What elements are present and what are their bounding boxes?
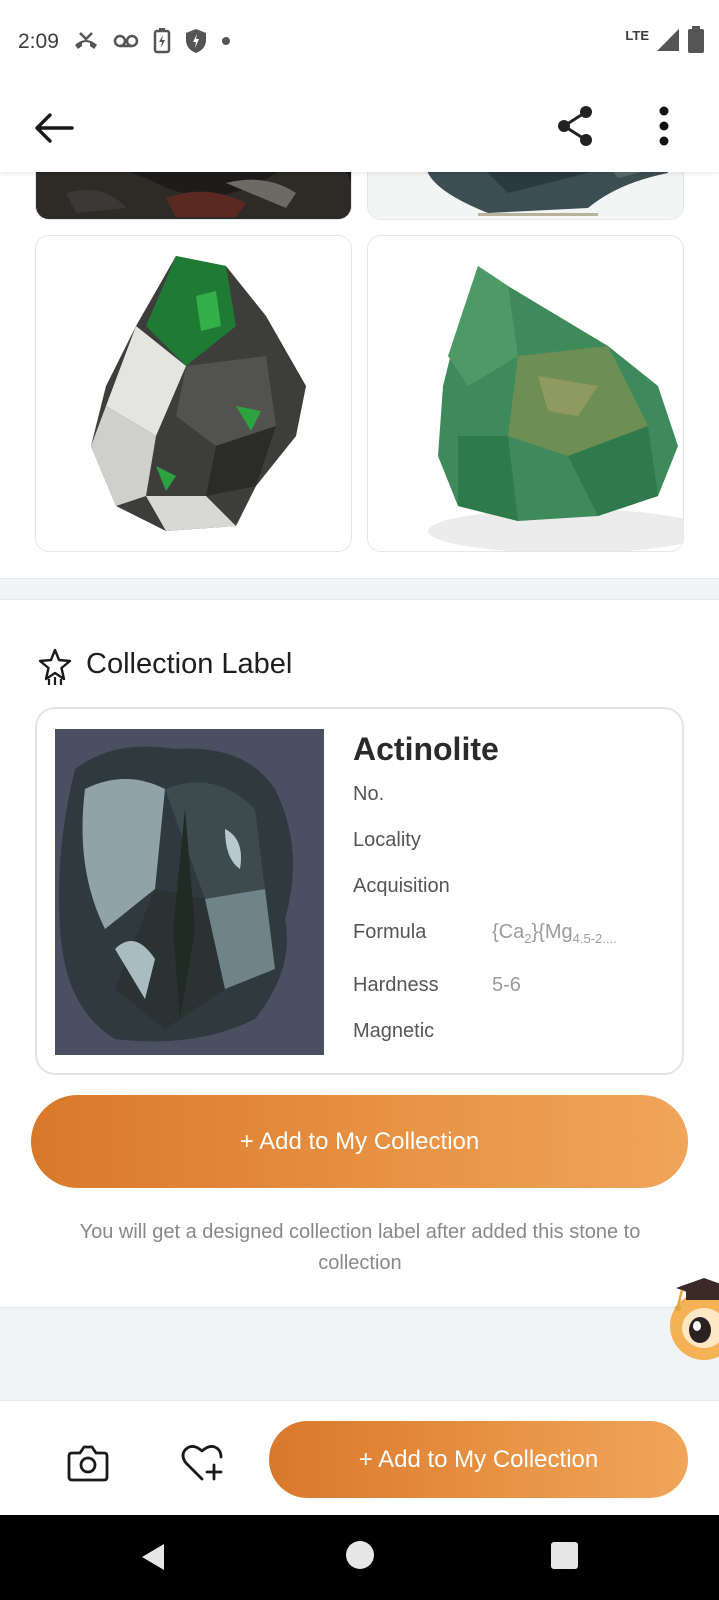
star-icon [38, 648, 72, 685]
bottom-gray-band [0, 1307, 719, 1400]
section-divider [0, 578, 719, 600]
back-arrow-icon[interactable] [30, 104, 78, 152]
assistant-mascot-icon[interactable] [664, 1266, 719, 1366]
field-acquisition-label: Acquisition [353, 875, 450, 897]
voicemail-icon [113, 34, 139, 48]
field-formula-label: Formula [353, 921, 427, 943]
formula-sub-mg: 4.5-2.... [572, 931, 617, 946]
status-time: 2:09 [18, 30, 59, 53]
field-hardness-value: 5-6 [492, 974, 521, 996]
signal-icon [657, 29, 679, 51]
nav-recents-icon[interactable] [551, 1542, 578, 1569]
more-vert-icon[interactable] [640, 102, 688, 150]
mineral-photo [55, 729, 324, 1055]
missed-call-icon [75, 32, 97, 49]
camera-icon[interactable] [66, 1443, 110, 1483]
heart-plus-icon[interactable] [180, 1443, 224, 1483]
system-nav-bar [0, 1515, 719, 1600]
share-icon[interactable] [552, 102, 600, 150]
dark-rock-image [36, 172, 351, 219]
status-bar: 2:09 LTE [0, 0, 719, 84]
battery-saver-icon [153, 28, 171, 54]
formula-part-mg: }{Mg [531, 921, 573, 943]
nav-back-icon[interactable] [138, 1541, 170, 1573]
green-white-mineral-photo[interactable] [35, 235, 352, 552]
mineral-gallery [0, 172, 719, 578]
formula-part-ca: {Ca [492, 921, 525, 943]
field-magnetic-label: Magnetic [353, 1020, 435, 1042]
dark-green-mineral-photo[interactable] [367, 172, 684, 220]
field-no-label: No. [353, 783, 385, 805]
green-rock-image [368, 236, 683, 551]
nav-home-icon[interactable] [346, 1541, 374, 1569]
bottom-add-to-collection-button[interactable]: + Add to My Collection [269, 1421, 688, 1498]
green-white-mineral-image [36, 236, 351, 551]
mineral-name: Actinolite [353, 731, 499, 767]
field-locality-label: Locality [353, 829, 421, 851]
collection-hint-text: You will get a designed collection label… [79, 1221, 641, 1274]
dark-green-mineral-image [368, 172, 683, 219]
notification-icons [72, 28, 232, 54]
shield-icon [186, 29, 206, 53]
dot-icon [222, 37, 230, 45]
section-title: Collection Label [86, 648, 293, 680]
collection-label-card: Actinolite No. Locality Acquisition Form… [35, 707, 684, 1075]
bottom-action-bar: + Add to My Collection [0, 1400, 719, 1515]
field-formula-value: {Ca2}{Mg4.5-2.... [492, 921, 617, 946]
network-type: LTE [625, 27, 649, 43]
status-right: LTE [625, 26, 705, 54]
field-hardness-label: Hardness [353, 974, 439, 996]
dark-rock-photo[interactable] [35, 172, 352, 220]
top-toolbar [0, 84, 719, 172]
add-to-collection-button[interactable]: + Add to My Collection [31, 1095, 688, 1188]
green-rock-photo[interactable] [367, 235, 684, 552]
battery-icon [688, 26, 704, 53]
actinolite-image [55, 729, 324, 1055]
